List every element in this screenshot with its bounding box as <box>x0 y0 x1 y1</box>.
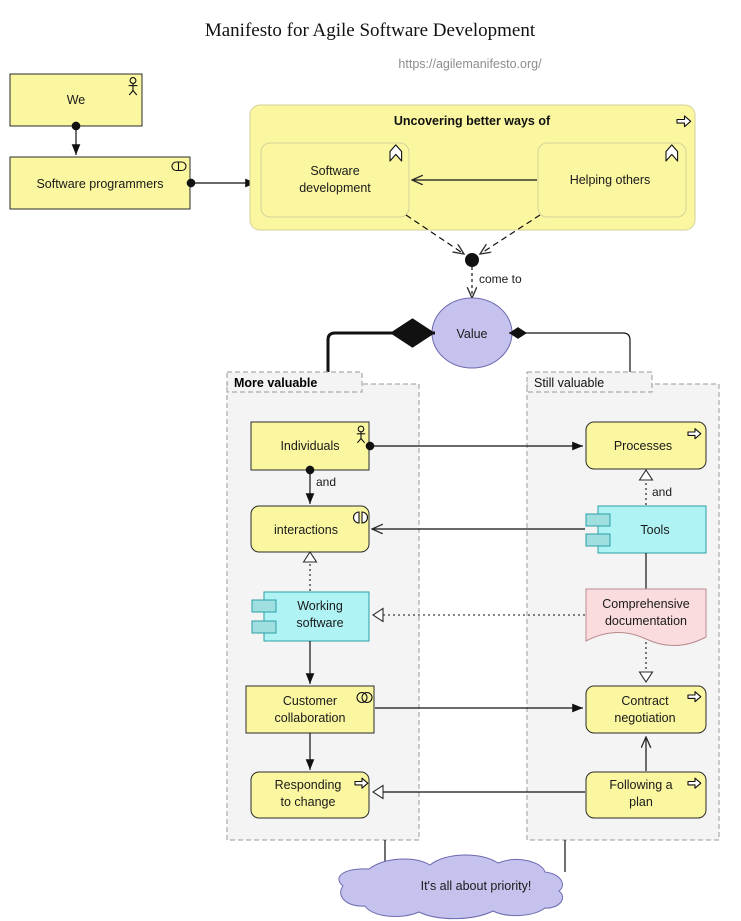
diagram-canvas: Manifesto for Agile Software Development… <box>0 0 741 921</box>
node-helping-others[interactable]: Helping others <box>537 142 687 218</box>
group-more-valuable-label: More valuable <box>234 376 317 390</box>
node-helping-others-label: Helping others <box>570 173 651 187</box>
edge-come-to: come to <box>472 267 522 298</box>
node-uncovering-label: Uncovering better ways of <box>394 114 551 128</box>
node-software-development-label-1: Software <box>310 164 359 178</box>
edge-label-and-right: and <box>652 485 672 499</box>
node-we-label: We <box>67 93 86 107</box>
node-responding-to-change[interactable]: Responding to change <box>250 771 370 819</box>
node-priority-cloud-label: It's all about priority! <box>421 879 532 893</box>
junction-node <box>465 253 479 267</box>
group-still-valuable-label: Still valuable <box>534 376 604 390</box>
node-responding-label-2: to change <box>281 795 336 809</box>
node-processes-label: Processes <box>614 439 672 453</box>
node-customer-collaboration[interactable]: Customer collaboration <box>245 685 375 734</box>
node-contract-label-2: negotiation <box>614 711 675 725</box>
node-following-a-plan[interactable]: Following a plan <box>585 771 707 819</box>
node-software-development-label-2: development <box>299 181 371 195</box>
node-priority-cloud[interactable]: It's all about priority! <box>338 854 564 920</box>
node-interactions-label: interactions <box>274 523 338 537</box>
node-following-plan-label-1: Following a <box>609 778 672 792</box>
node-value[interactable]: Value <box>431 297 513 369</box>
node-tools[interactable]: Tools <box>585 505 707 554</box>
node-responding-label-1: Responding <box>275 778 342 792</box>
node-contract-label-1: Contract <box>621 694 669 708</box>
node-working-software-label-1: Working <box>297 599 343 613</box>
page-subtitle-url: https://agilemanifesto.org/ <box>398 57 542 71</box>
node-individuals[interactable]: Individuals <box>250 421 370 471</box>
node-following-plan-label-2: plan <box>629 795 653 809</box>
page-title: Manifesto for Agile Software Development <box>205 20 536 41</box>
edge-label-come-to: come to <box>479 272 522 286</box>
node-customer-collaboration-label-2: collaboration <box>275 711 346 725</box>
edge-label-and-left: and <box>316 475 336 489</box>
node-interactions[interactable]: interactions <box>250 505 370 553</box>
node-individuals-label: Individuals <box>280 439 339 453</box>
node-contract-negotiation[interactable]: Contract negotiation <box>585 685 707 734</box>
node-software-development[interactable]: Software development <box>260 142 410 218</box>
node-software-programmers-label: Software programmers <box>36 177 163 191</box>
node-customer-collaboration-label-1: Customer <box>283 694 337 708</box>
agile-manifesto-diagram: Manifesto for Agile Software Development… <box>9 20 720 920</box>
node-we[interactable]: We <box>9 73 143 127</box>
node-value-label: Value <box>456 327 487 341</box>
node-processes[interactable]: Processes <box>585 421 707 470</box>
node-working-software[interactable]: Working software <box>251 591 370 642</box>
node-software-programmers[interactable]: Software programmers <box>9 156 191 210</box>
node-tools-label: Tools <box>640 523 669 537</box>
node-working-software-label-2: software <box>296 616 343 630</box>
node-documentation-label-2: documentation <box>605 614 687 628</box>
node-documentation-label-1: Comprehensive <box>602 597 690 611</box>
